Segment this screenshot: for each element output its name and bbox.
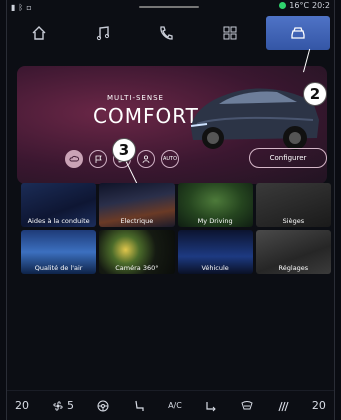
vehicle-menu-grid: Aides à la conduite Electrique My Drivin… [21,183,331,274]
nav-apps[interactable] [198,14,262,52]
top-nav-bar [7,14,334,52]
infotainment-screen: ▮ ᛒ ▫ 16°C 20:2 MULTI-SENSE COMFORT AUTO… [6,0,335,420]
status-bar: ▮ ᛒ ▫ 16°C 20:2 [7,0,334,14]
left-temperature-control[interactable]: 20 [15,399,29,412]
callout-3: 3 [112,138,136,162]
tile-label: Réglages [278,264,309,273]
tile-seats[interactable]: Sièges [255,183,331,227]
tile-settings[interactable]: Réglages [255,230,331,274]
mode-auto[interactable]: AUTO [161,150,179,168]
right-temperature-control[interactable]: 20 [312,399,326,412]
configure-button[interactable]: Configurer [249,148,327,168]
tile-camera-360[interactable]: Caméra 360° [99,230,175,274]
clock: 20:2 [312,1,330,10]
mode-sport[interactable] [89,150,107,168]
car-image [190,88,319,150]
status-dot-icon [279,2,287,9]
notification-icon: ▫ [26,2,32,12]
tile-vehicle[interactable]: Véhicule [177,230,253,274]
fan-speed-control[interactable]: 5 [51,399,74,413]
recirculation-icon [206,401,216,411]
tile-label: Qualité de l'air [34,264,83,273]
tile-air-quality[interactable]: Qualité de l'air [21,230,97,274]
music-icon [96,26,109,41]
home-icon [32,26,46,40]
apps-icon [223,26,237,40]
tile-label: Sièges [282,217,305,226]
passenger-seat-button[interactable] [276,399,290,413]
steering-wheel-icon [97,400,109,411]
seat-icon [135,400,144,411]
seat-heat-icon [278,401,289,411]
nav-music[interactable] [71,14,135,52]
heated-steering-button[interactable] [96,399,110,413]
tile-electric[interactable]: Electrique [99,183,175,227]
callout-2: 2 [303,82,327,106]
windshield-defrost-icon [241,400,253,409]
nav-vehicle[interactable] [266,16,330,50]
fan-icon [53,400,63,411]
defrost-button[interactable] [240,399,254,413]
flag-icon [95,155,102,163]
multi-sense-banner[interactable]: MULTI-SENSE COMFORT AUTO Configurer [17,66,327,184]
signal-icon: ▮ [11,2,16,12]
hero-subtitle: MULTI-SENSE [107,94,164,102]
outside-temperature: 16°C [289,1,310,10]
fan-level: 5 [67,399,75,412]
tile-label: Véhicule [201,264,229,273]
tile-label: Caméra 360° [115,264,159,273]
tile-label: Electrique [120,217,154,226]
person-icon [142,155,150,164]
car-icon [291,27,305,39]
seat-heating-button[interactable] [132,399,146,413]
drawer-handle[interactable] [139,6,199,8]
nav-phone[interactable] [135,14,199,52]
recirculation-button[interactable] [204,399,218,413]
climate-bar: 20 5 A/C 20 [7,390,334,420]
bluetooth-icon: ᛒ [18,2,24,12]
nav-home[interactable] [7,14,71,52]
mode-personal[interactable] [137,150,155,168]
phone-icon [160,26,174,40]
tile-driving-aids[interactable]: Aides à la conduite [21,183,97,227]
tile-my-driving[interactable]: My Driving [177,183,253,227]
cloud-icon [69,155,79,162]
left-temperature: 20 [15,399,29,412]
tile-label: My Driving [197,217,233,226]
tile-label: Aides à la conduite [27,217,90,226]
right-temperature: 20 [311,399,326,412]
mode-comfort[interactable] [65,150,83,168]
ac-button[interactable]: A/C [168,401,182,410]
